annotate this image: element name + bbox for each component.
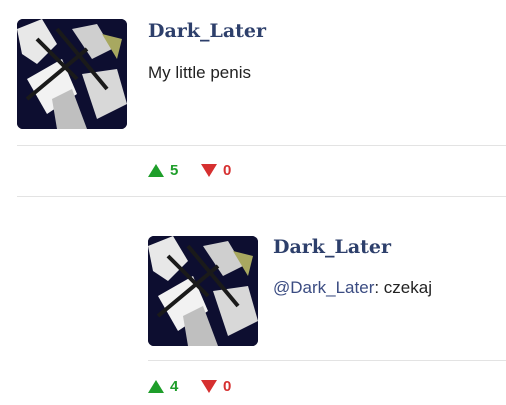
upvote-button[interactable]: 5 [148, 162, 178, 179]
comment-text: My little penis [148, 63, 251, 82]
avatar[interactable] [148, 236, 258, 346]
downvote-count: 0 [223, 378, 232, 395]
downvote-count: 0 [223, 162, 232, 179]
user-mention-link[interactable]: @Dark_Later [273, 278, 374, 297]
downvote-button[interactable]: 0 [201, 162, 231, 179]
arrow-down-triangle-icon [201, 164, 217, 177]
avatar[interactable] [17, 19, 127, 129]
arrow-up-triangle-icon [148, 380, 164, 393]
upvote-count: 4 [170, 378, 179, 395]
comment-text: @Dark_Later: czekaj [273, 278, 432, 298]
username[interactable]: Dark_Later [273, 236, 391, 258]
avatar-image [148, 236, 258, 346]
upvote-button[interactable]: 4 [148, 378, 178, 395]
upvote-count: 5 [170, 162, 179, 179]
divider [148, 360, 506, 361]
username[interactable]: Dark_Later [148, 20, 266, 42]
avatar-image [17, 19, 127, 129]
arrow-down-triangle-icon [201, 380, 217, 393]
arrow-up-triangle-icon [148, 164, 164, 177]
divider [17, 196, 506, 197]
downvote-button[interactable]: 0 [201, 378, 231, 395]
comment-text-body: : czekaj [374, 278, 432, 297]
divider [17, 145, 506, 146]
